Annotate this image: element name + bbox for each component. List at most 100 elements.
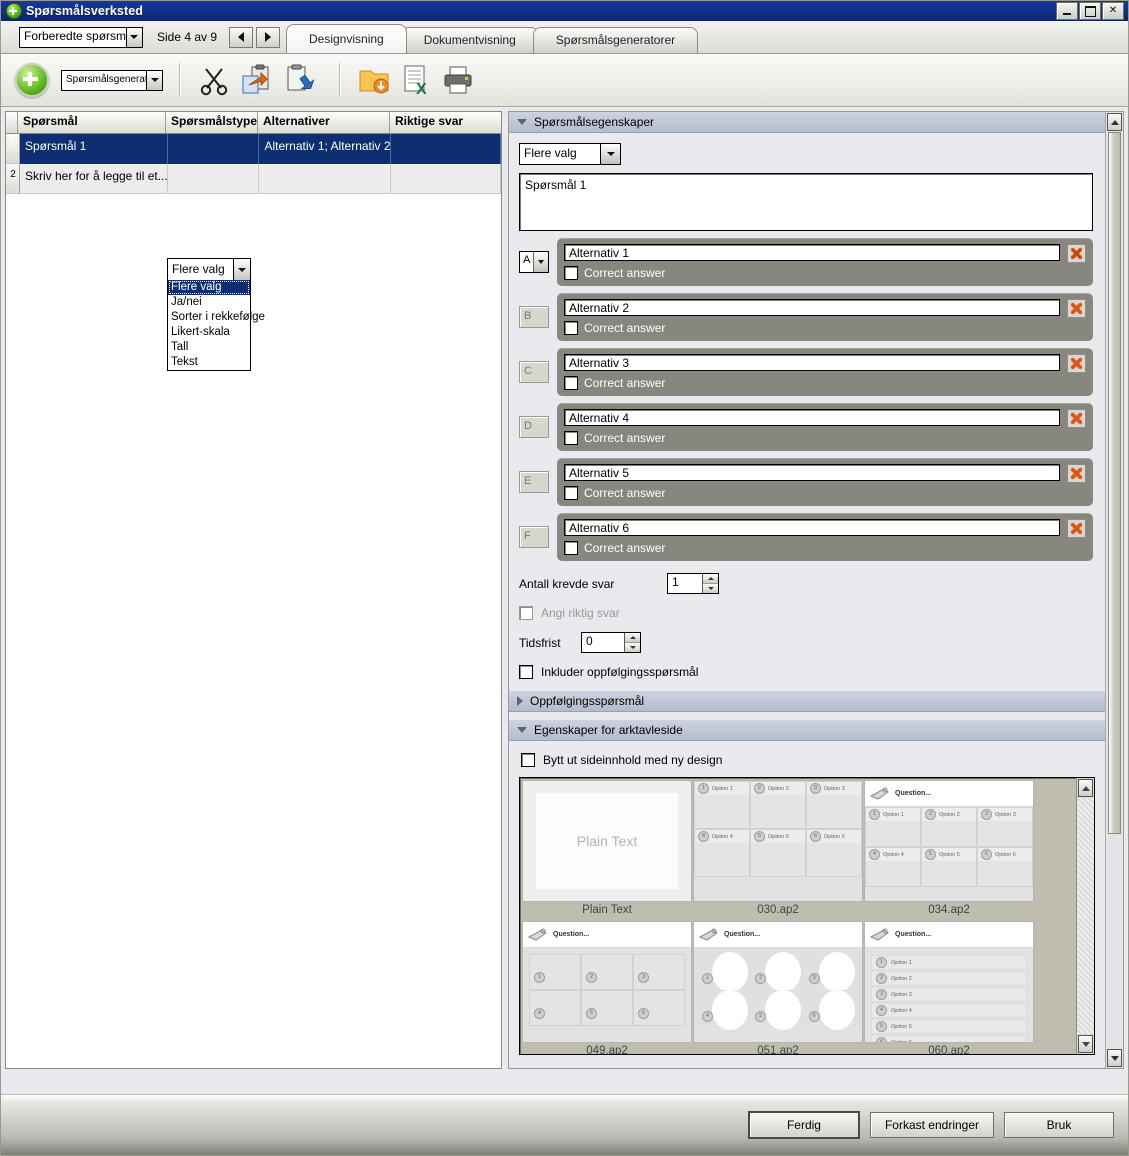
dropdown-option-sorter-i-rekkefolge[interactable]: Sorter i rekkefølge (168, 310, 265, 325)
gallery-scroll-track[interactable] (1077, 798, 1094, 1034)
section-header-followup[interactable]: Oppfølgingsspørsmål (509, 691, 1105, 712)
template-thumbnail-034[interactable]: Question... 1 Option 1 2 Option 2 3 Option … (864, 780, 1034, 920)
correct-answer-checkbox-c[interactable] (564, 376, 578, 390)
deadline-stepper[interactable]: 0 (581, 632, 641, 653)
tab-designvisning[interactable]: Designvisning (286, 24, 407, 53)
specify-correct-checkbox[interactable] (519, 606, 533, 620)
stepper-down-button[interactable] (625, 643, 640, 652)
template-thumbnail-049[interactable]: Question... 1 2 3 4 5 6 049.ap2 (522, 921, 692, 1054)
gallery-scroll-up-button[interactable] (1078, 779, 1093, 797)
template-thumbnail-060[interactable]: Question... 1 Option 1 2 Option 2 3 Option … (864, 921, 1034, 1054)
delete-alternative-button-a[interactable] (1067, 244, 1086, 263)
paste-icon[interactable] (281, 63, 315, 97)
cut-icon[interactable] (197, 63, 231, 97)
option-number: 3 (808, 973, 820, 984)
properties-scrollbar[interactable] (1105, 112, 1123, 1068)
cell-type[interactable] (168, 134, 260, 164)
question-type-cell-dropdown[interactable]: Flere valg (167, 258, 251, 282)
question-type-dropdown-list[interactable]: Flere valg Ja/nei Sorter i rekkefølge Li… (167, 280, 265, 371)
alternative-text-input-e[interactable]: Alternativ 5 (564, 464, 1060, 481)
delete-alternative-button-f[interactable] (1067, 519, 1086, 538)
dropdown-option-flere-valg[interactable]: Flere valg (168, 280, 250, 295)
option-cell: 6 (632, 990, 685, 1026)
correct-answer-checkbox-d[interactable] (564, 431, 578, 445)
gallery-scrollbar[interactable] (1076, 778, 1094, 1054)
alternative-text-input-a[interactable]: Alternativ 1 (564, 244, 1060, 261)
dropdown-option-ja-nei[interactable]: Ja/nei (168, 295, 250, 310)
correct-answer-checkbox-b[interactable] (564, 321, 578, 335)
delete-alternative-button-e[interactable] (1067, 464, 1086, 483)
maximize-button[interactable] (1079, 2, 1101, 20)
table-row[interactable]: 1 Spørsmål 1 Alternativ 1; Alternativ 2;… (6, 134, 501, 164)
dropdown-option-likert-skala[interactable]: Likert-skala (168, 325, 250, 340)
correct-answer-checkbox-a[interactable] (564, 266, 578, 280)
delete-alternative-button-c[interactable] (1067, 354, 1086, 373)
option-label: Option 4 (883, 851, 904, 858)
cell-question-placeholder[interactable]: Skriv her for å legge til et... (19, 164, 168, 194)
add-question-button[interactable] (15, 63, 49, 97)
alternative-fields-d: Alternativ 4 Correct answer (564, 409, 1060, 445)
import-folder-icon[interactable] (357, 63, 391, 97)
scroll-track[interactable] (1106, 834, 1123, 1048)
stepper-down-button[interactable] (703, 584, 718, 593)
delete-alternative-button-d[interactable] (1067, 409, 1086, 428)
alternative-row-e: E Alternativ 5 Correct answer (519, 458, 1093, 506)
alternative-text-input-c[interactable]: Alternativ 3 (564, 354, 1060, 371)
question-text-input[interactable]: Spørsmål 1 (519, 173, 1093, 231)
required-answers-stepper[interactable]: 1 (667, 573, 719, 594)
include-followup-checkbox[interactable] (519, 665, 533, 679)
section-header-sheet-properties[interactable]: Egenskaper for arktavleside (509, 720, 1105, 741)
cell-correct[interactable] (391, 134, 501, 164)
apply-button[interactable]: Bruk (1004, 1112, 1114, 1138)
table-row[interactable]: 2 Skriv her for å legge til et... (6, 164, 501, 194)
scroll-down-button[interactable] (1107, 1049, 1122, 1067)
required-answers-value[interactable]: 1 (668, 574, 702, 593)
alternative-text-input-d[interactable]: Alternativ 4 (564, 409, 1060, 426)
copy-icon[interactable] (239, 63, 273, 97)
cell-correct[interactable] (391, 164, 501, 194)
dropdown-option-tall[interactable]: Tall (168, 340, 250, 355)
alternative-text-input-f[interactable]: Alternativ 6 (564, 519, 1060, 536)
tab-dokumentvisning[interactable]: Dokumentvisning (400, 27, 539, 53)
option-number: 4 (534, 1008, 545, 1019)
question-type-dropdown[interactable]: Flere valg (519, 143, 621, 165)
gallery-scroll-down-button[interactable] (1078, 1035, 1093, 1053)
cell-type[interactable] (167, 164, 260, 194)
alternative-letter-dropdown-a[interactable]: A (519, 251, 549, 273)
template-thumbnail-051[interactable]: Question... 1 2 3 4 5 6 051.ap2 (693, 921, 863, 1054)
page-indicator: Side 4 av 9 (157, 30, 218, 44)
replace-design-checkbox[interactable] (521, 753, 535, 767)
generator-dropdown[interactable]: Spørsmålsgeneratorer (61, 69, 163, 91)
cell-question[interactable]: Spørsmål 1 (20, 134, 168, 164)
page-selector-dropdown[interactable]: Forberedte spørsmål (19, 26, 143, 48)
cell-alternatives[interactable]: Alternativ 1; Alternativ 2; .. (259, 134, 392, 164)
dropdown-option-tekst[interactable]: Tekst (168, 355, 250, 370)
alternative-box-f: Alternativ 6 Correct answer (557, 513, 1093, 561)
stepper-up-button[interactable] (703, 574, 718, 584)
correct-answer-checkbox-f[interactable] (564, 541, 578, 555)
option-cell: 1 Option 1 (694, 781, 750, 829)
discard-changes-button[interactable]: Forkast endringer (869, 1112, 994, 1138)
previous-page-button[interactable] (229, 26, 254, 48)
section-header-question-properties[interactable]: Spørsmålsegenskaper (509, 112, 1105, 133)
correct-answer-label-b: Correct answer (584, 321, 666, 335)
minimize-button[interactable] (1056, 2, 1078, 20)
delete-alternative-button-b[interactable] (1067, 299, 1086, 318)
alternative-text-input-b[interactable]: Alternativ 2 (564, 299, 1060, 316)
deadline-value[interactable]: 0 (582, 633, 624, 652)
scroll-thumb[interactable] (1108, 132, 1121, 834)
template-thumbnail-030[interactable]: 1 Option 1 2 Option 2 3 Option 3 4 Option 4 … (693, 780, 863, 920)
export-excel-icon[interactable]: X (399, 63, 433, 97)
stepper-up-button[interactable] (625, 633, 640, 643)
template-thumbnail-plain-text[interactable]: Plain Text Plain Text (522, 780, 692, 920)
cell-alternatives[interactable] (259, 164, 392, 194)
question-header: Question... (523, 922, 691, 948)
tab-sporsmalsgeneratorer[interactable]: Spørsmålsgeneratorer (532, 27, 699, 53)
correct-answer-checkbox-e[interactable] (564, 486, 578, 500)
scroll-up-button[interactable] (1107, 113, 1122, 131)
toolbar-separator (179, 63, 181, 97)
next-page-button[interactable] (256, 26, 281, 48)
print-icon[interactable] (441, 63, 475, 97)
done-button[interactable]: Ferdig (747, 1111, 860, 1139)
close-button[interactable]: ✕ (1102, 2, 1124, 20)
